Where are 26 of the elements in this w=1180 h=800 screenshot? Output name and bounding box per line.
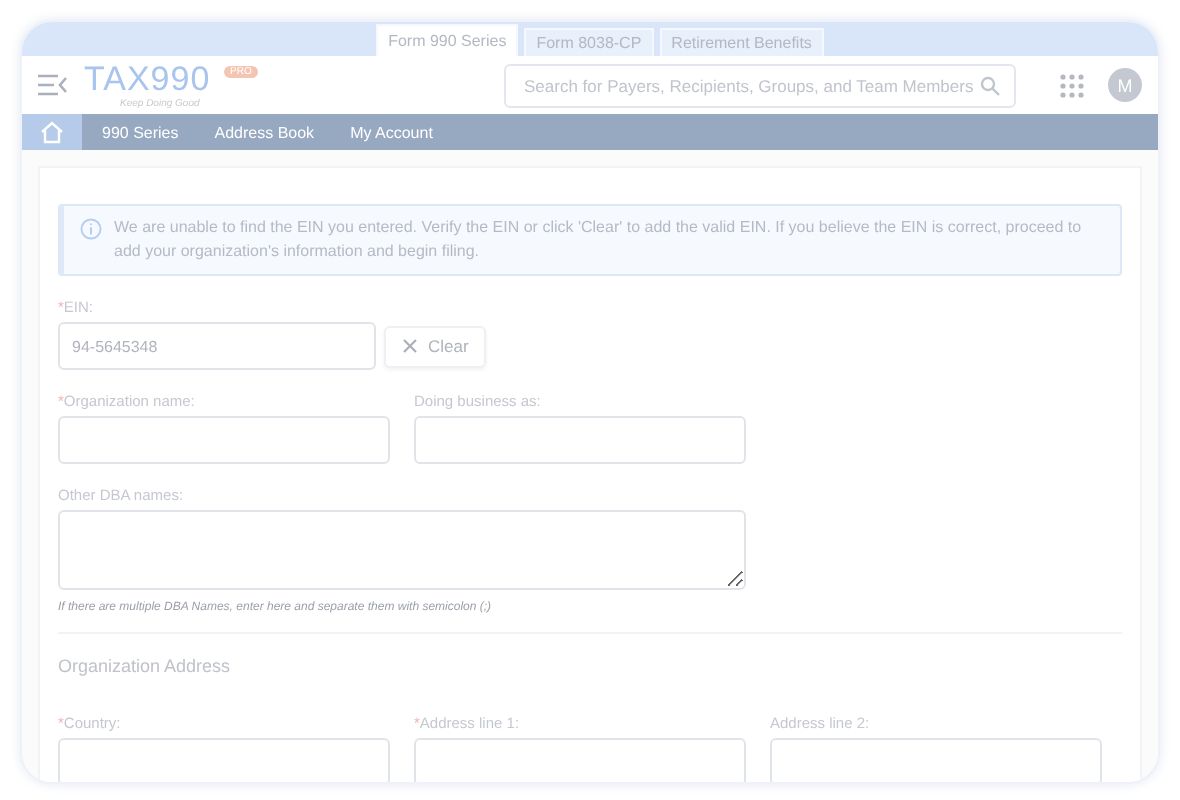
menu-icon[interactable] <box>38 74 68 96</box>
apps-grid-icon[interactable] <box>1060 73 1084 97</box>
form-tab[interactable]: Form 8038-CP <box>524 28 654 56</box>
notice-text: We are unable to find the EIN you entered. Verify the EIN or click 'Clear' to add the valid EIN. If you believe the EIN is correct, proceed to add your organization's information and begin filing. <box>114 216 1084 264</box>
section-title: Organization Address <box>58 656 233 676</box>
business-name-field[interactable] <box>414 416 746 464</box>
dba-names-field[interactable] <box>58 510 746 590</box>
address-field[interactable] <box>414 738 746 782</box>
user-avatar[interactable]: M <box>1108 68 1142 102</box>
home-button[interactable] <box>22 114 82 150</box>
close-icon <box>402 338 418 354</box>
ein-field[interactable]: 94-5645348 <box>58 322 376 370</box>
nav-link[interactable]: 990 Series <box>102 123 179 141</box>
form-tab[interactable]: Retirement Benefits <box>659 28 824 56</box>
address-field[interactable] <box>58 738 390 782</box>
info-icon <box>80 218 102 240</box>
logo-text: TAX990 <box>84 63 211 93</box>
nav-link[interactable]: My Account <box>350 123 433 141</box>
address-field[interactable] <box>770 738 1102 782</box>
home-icon <box>40 120 64 144</box>
nav-link[interactable]: Address Book <box>214 123 315 141</box>
form-tab[interactable]: Form 990 Series <box>376 24 519 56</box>
search-field[interactable]: Search for Payers, Recipients, Groups, and Team Members <box>504 63 1016 107</box>
search-icon[interactable] <box>980 75 1000 95</box>
organization-name-field[interactable] <box>58 416 390 464</box>
clear-button[interactable]: Clear <box>384 325 487 367</box>
